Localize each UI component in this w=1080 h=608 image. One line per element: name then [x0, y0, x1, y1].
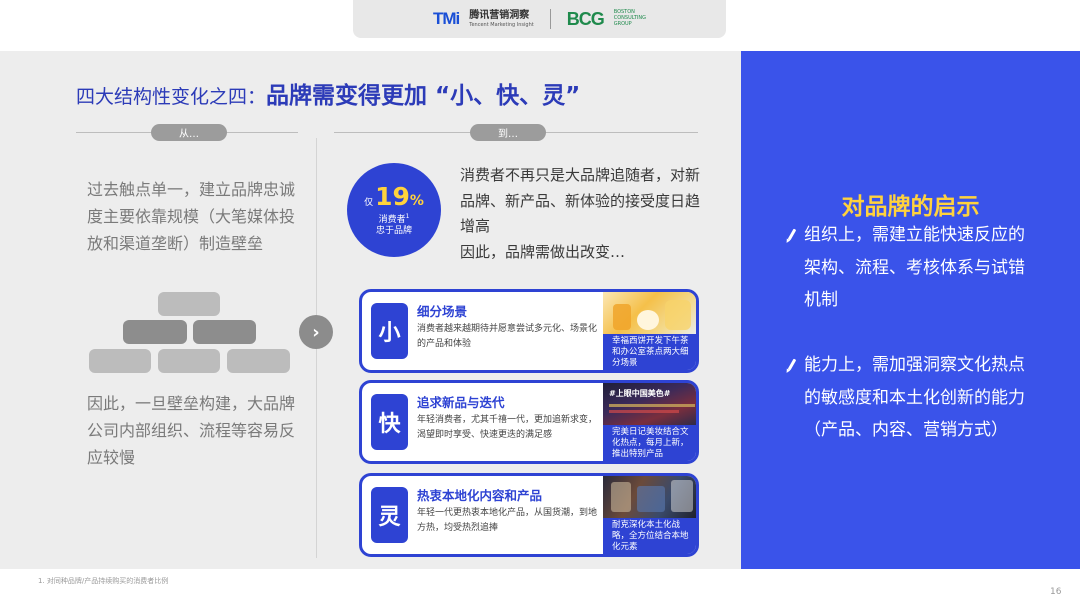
page-title-prefix: 四大结构性变化之四：	[76, 86, 267, 108]
card-badge: 灵	[371, 487, 408, 543]
card-agile: 灵 热衷本地化内容和产品 年轻一代更热衷本地化产品，从国货潮，到地方热，均受热烈…	[359, 473, 699, 557]
card-fast: 快 追求新品与迭代 年轻消费者，尤其千禧一代，更加追新求变，渴望即时享受、快速更…	[359, 380, 699, 464]
card-caption: 幸福西饼开发下午茶和办公室茶点两大细分场景	[603, 334, 696, 370]
dessert-photo	[603, 292, 696, 334]
cosmetics-photo: #上眼中国美色#	[603, 383, 696, 425]
card-image: 幸福西饼开发下午茶和办公室茶点两大细分场景	[603, 292, 696, 370]
stat-label-line2: 忠于品牌	[375, 225, 412, 236]
insight-point-1: 组织上，需建立能快速反应的架构、流程、考核体系与试错机制	[804, 225, 1025, 310]
card-caption: 耐克深化本土化战略，全方位结合本地化元素	[603, 518, 696, 554]
stat-footnote-mark: 1	[405, 212, 410, 220]
to-label: 到…	[470, 124, 546, 141]
stat-unit: %	[409, 192, 424, 209]
card-caption: 完美日记美妆结合文化热点，每月上新，推出特别产品	[603, 425, 696, 461]
stat-label: 消费者1 忠于品牌	[376, 211, 412, 237]
logo-bar: TMi 腾讯营销洞察 Tencent Marketing Insight BCG…	[353, 0, 726, 38]
card-title: 追求新品与迭代	[417, 395, 505, 410]
brick	[193, 320, 256, 344]
insight-point-2: 能力上，需加强洞察文化热点的敏感度和本土化创新的能力（产品、内容、营销方式）	[804, 355, 1025, 440]
from-text-top: 过去触点单一，建立品牌忠诚度主要依靠规模（大笔媒体投放和渠道垄断）制造壁垒	[87, 180, 296, 253]
card-image: 耐克深化本土化战略，全方位结合本地化元素	[603, 476, 696, 554]
stat-value: 19	[375, 181, 410, 211]
stat-prefix: 仅	[364, 197, 374, 208]
card-desc: 消费者越来越期待并愿意尝试多元化、场景化的产品和体验	[417, 324, 598, 349]
stat-label-line1: 消费者	[378, 214, 406, 225]
cake	[637, 310, 659, 330]
stat-circle: 仅 19 % 消费者1 忠于品牌	[347, 163, 441, 257]
drink-cup	[665, 300, 691, 330]
brick	[123, 320, 187, 344]
crowd-figure	[611, 482, 631, 512]
insights-title: 对品牌的启示	[841, 194, 980, 220]
card-desc: 年轻消费者，尤其千禧一代，更加追新求变，渴望即时享受、快速更迭的满足感	[417, 415, 598, 440]
campaign-tag: #上眼中国美色#	[609, 389, 671, 398]
page-number: 16	[1050, 587, 1062, 597]
card-small: 小 细分场景 消费者越来越期待并愿意尝试多元化、场景化的产品和体验 幸福西饼开发…	[359, 289, 699, 373]
bcg-name: BOSTON CONSULTING GROUP	[613, 9, 646, 27]
bcg-logo: BCG	[566, 8, 605, 29]
to-text: 消费者不再只是大品牌追随者，对新品牌、新产品、新体验的接受度日趋增高 因此，品牌…	[460, 166, 701, 261]
brick	[158, 349, 220, 373]
campaign-banner	[609, 410, 679, 413]
tmi-name-cn: 腾讯营销洞察	[469, 9, 530, 21]
brick	[89, 349, 151, 373]
card-badge: 小	[371, 303, 408, 359]
page-title-highlight: 品牌需变得更加 “小、快、灵”	[266, 83, 581, 109]
tmi-logo: TMi	[433, 9, 460, 28]
card-desc: 年轻一代更热衷本地化产品，从国货潮，到地方热，均受热烈追捧	[417, 508, 598, 533]
crowd-figure	[671, 480, 693, 512]
page-title: 四大结构性变化之四：品牌需变得更加 “小、快、灵”	[76, 76, 580, 110]
store-photo	[603, 476, 696, 518]
logo-separator	[549, 9, 551, 29]
brick	[158, 292, 220, 316]
card-image: #上眼中国美色# 完美日记美妆结合文化热点，每月上新，推出特别产品	[603, 383, 696, 461]
crowd-figure	[637, 486, 665, 512]
from-text-bottom: 因此，一旦壁垒构建，大品牌公司内部组织、流程等容易反应较慢	[87, 394, 296, 467]
drink-cup	[613, 304, 631, 330]
tmi-name: 腾讯营销洞察 Tencent Marketing Insight	[469, 9, 534, 28]
card-badge: 快	[371, 394, 408, 450]
tmi-name-en: Tencent Marketing Insight	[469, 21, 534, 28]
chevron-right-icon: ›	[299, 315, 333, 349]
brick	[227, 349, 290, 373]
card-title: 热衷本地化内容和产品	[417, 488, 543, 503]
card-title: 细分场景	[417, 304, 468, 319]
campaign-banner	[609, 404, 695, 407]
from-label: 从…	[151, 124, 227, 141]
footnote: 1. 对同种品牌/产品持续购买的消费者比例	[38, 577, 169, 585]
stat-row: 仅 19 %	[364, 184, 424, 209]
